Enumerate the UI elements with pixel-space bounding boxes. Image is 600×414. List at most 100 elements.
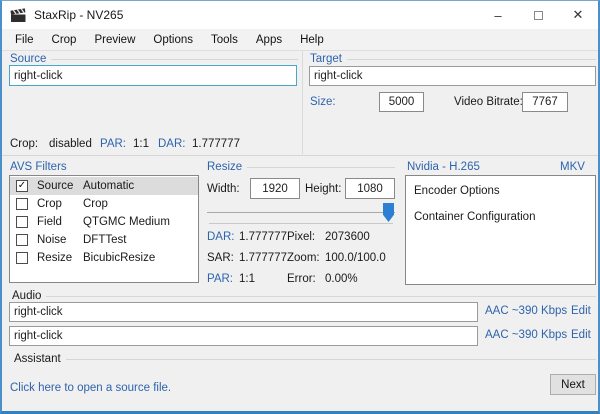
audio-group-line	[46, 296, 596, 297]
checkbox-unchecked-icon[interactable]	[16, 234, 28, 246]
resize-sar-value: 1.777777	[239, 252, 287, 264]
filter-name: Crop	[37, 198, 81, 210]
slider-track[interactable]	[207, 212, 395, 213]
audio-track1-codec[interactable]: AAC ~390 Kbps	[485, 305, 567, 317]
filter-row-resize[interactable]: Resize BicubicResize	[10, 249, 198, 267]
checkbox-unchecked-icon[interactable]	[16, 252, 28, 264]
next-button[interactable]: Next	[550, 374, 596, 395]
assistant-label: Assistant	[14, 353, 61, 365]
open-source-file-link[interactable]: Click here to open a source file.	[10, 382, 171, 394]
avs-filters-listbox: ✓ Source Automatic Crop Crop Field QTGMC…	[9, 175, 199, 283]
menu-options[interactable]: Options	[144, 29, 202, 51]
video-bitrate-input[interactable]	[522, 92, 568, 112]
filter-row-field[interactable]: Field QTGMC Medium	[10, 213, 198, 231]
assistant-group-line	[66, 359, 596, 360]
resize-dar-label: DAR:	[207, 231, 234, 243]
dar-label: DAR:	[158, 138, 185, 150]
filter-row-crop[interactable]: Crop Crop	[10, 195, 198, 213]
par-label: PAR:	[100, 138, 126, 150]
menu-file[interactable]: File	[6, 29, 43, 51]
filter-value: Crop	[83, 198, 108, 210]
menu-apps[interactable]: Apps	[247, 29, 291, 51]
filter-row-noise[interactable]: Noise DFTTest	[10, 231, 198, 249]
target-group-line	[347, 59, 596, 60]
resize-par-value: 1:1	[239, 273, 255, 285]
filter-name: Noise	[37, 234, 81, 246]
encoder-label[interactable]: Nvidia - H.265	[407, 161, 480, 173]
assistant-group-header: Assistant	[14, 353, 596, 365]
resize-slider[interactable]	[207, 203, 395, 223]
size-label: Size:	[310, 96, 336, 108]
audio-track1-input[interactable]	[9, 302, 478, 322]
encoder-panel: Encoder Options Container Configuration	[405, 175, 596, 285]
resize-error-label: Error:	[287, 273, 316, 285]
menu-bar: File Crop Preview Options Tools Apps Hel…	[2, 29, 598, 51]
encoder-options-item[interactable]: Encoder Options	[414, 185, 587, 197]
resize-group-header: Resize	[207, 161, 395, 173]
checkbox-unchecked-icon[interactable]	[16, 216, 28, 228]
avs-filters-label: AVS Filters	[10, 161, 67, 173]
close-icon[interactable]: ✕	[558, 1, 598, 29]
video-bitrate-label: Video Bitrate:	[454, 96, 523, 108]
width-label: Width:	[207, 183, 240, 195]
window-title: StaxRip - NV265	[34, 8, 123, 22]
resize-error-value: 0.00%	[325, 273, 358, 285]
filter-row-source[interactable]: ✓ Source Automatic	[10, 177, 198, 195]
source-group-line	[51, 59, 298, 60]
resize-pixel-label: Pixel:	[287, 231, 315, 243]
container-format-label[interactable]: MKV	[560, 161, 585, 173]
filter-name: Field	[37, 216, 81, 228]
target-label: Target	[310, 53, 342, 65]
resize-zoom-value: 100.0/100.0	[325, 252, 386, 264]
title-bar: StaxRip - NV265 – ✕	[2, 1, 598, 29]
main-content: Source Target Size: Video Bitrate: Crop:…	[2, 51, 598, 411]
crop-status-label: Crop:	[10, 138, 38, 150]
checkbox-checked-icon[interactable]: ✓	[16, 180, 28, 192]
par-value[interactable]: 1:1	[133, 138, 149, 150]
source-target-divider	[302, 51, 303, 154]
size-input[interactable]	[379, 92, 424, 112]
resize-zoom-label: Zoom:	[287, 252, 320, 264]
maximize-icon[interactable]	[518, 1, 558, 29]
resize-separator	[209, 223, 393, 224]
filter-value: Automatic	[83, 180, 134, 192]
menu-crop[interactable]: Crop	[43, 29, 86, 51]
menu-tools[interactable]: Tools	[202, 29, 247, 51]
minimize-icon[interactable]: –	[478, 1, 518, 29]
width-input[interactable]	[250, 178, 300, 199]
source-group-header: Source	[10, 53, 298, 65]
filter-name: Resize	[37, 252, 81, 264]
height-input[interactable]	[345, 178, 395, 199]
filter-name: Source	[37, 180, 81, 192]
filter-value: BicubicResize	[83, 252, 155, 264]
top-section-divider	[2, 155, 598, 156]
dar-value[interactable]: 1.777777	[192, 138, 240, 150]
checkbox-unchecked-icon[interactable]	[16, 198, 28, 210]
height-label: Height:	[305, 183, 341, 195]
filter-value: QTGMC Medium	[83, 216, 170, 228]
audio-track2-input[interactable]	[9, 326, 478, 346]
crop-status-value[interactable]: disabled	[49, 138, 92, 150]
audio-track1-edit-link[interactable]: Edit	[571, 305, 591, 317]
audio-track2-edit-link[interactable]: Edit	[571, 329, 591, 341]
filter-value: DFTTest	[83, 234, 126, 246]
resize-sar-label: SAR:	[207, 252, 234, 264]
resize-label: Resize	[207, 161, 242, 173]
clapperboard-icon	[10, 8, 27, 23]
audio-group-header: Audio	[12, 290, 596, 302]
resize-pixel-value: 2073600	[325, 231, 370, 243]
source-input[interactable]	[9, 65, 297, 86]
container-configuration-item[interactable]: Container Configuration	[414, 211, 587, 223]
audio-label: Audio	[12, 290, 41, 302]
menu-help[interactable]: Help	[291, 29, 333, 51]
window-controls: – ✕	[478, 1, 598, 29]
audio-track2-codec[interactable]: AAC ~390 Kbps	[485, 329, 567, 341]
menu-preview[interactable]: Preview	[85, 29, 144, 51]
source-label: Source	[10, 53, 46, 65]
resize-dar-value: 1.777777	[239, 231, 287, 243]
slider-thumb[interactable]	[383, 203, 394, 222]
target-input[interactable]	[309, 66, 596, 86]
target-group-header: Target	[310, 53, 596, 65]
resize-par-label: PAR:	[207, 273, 233, 285]
resize-group-line	[247, 167, 395, 168]
